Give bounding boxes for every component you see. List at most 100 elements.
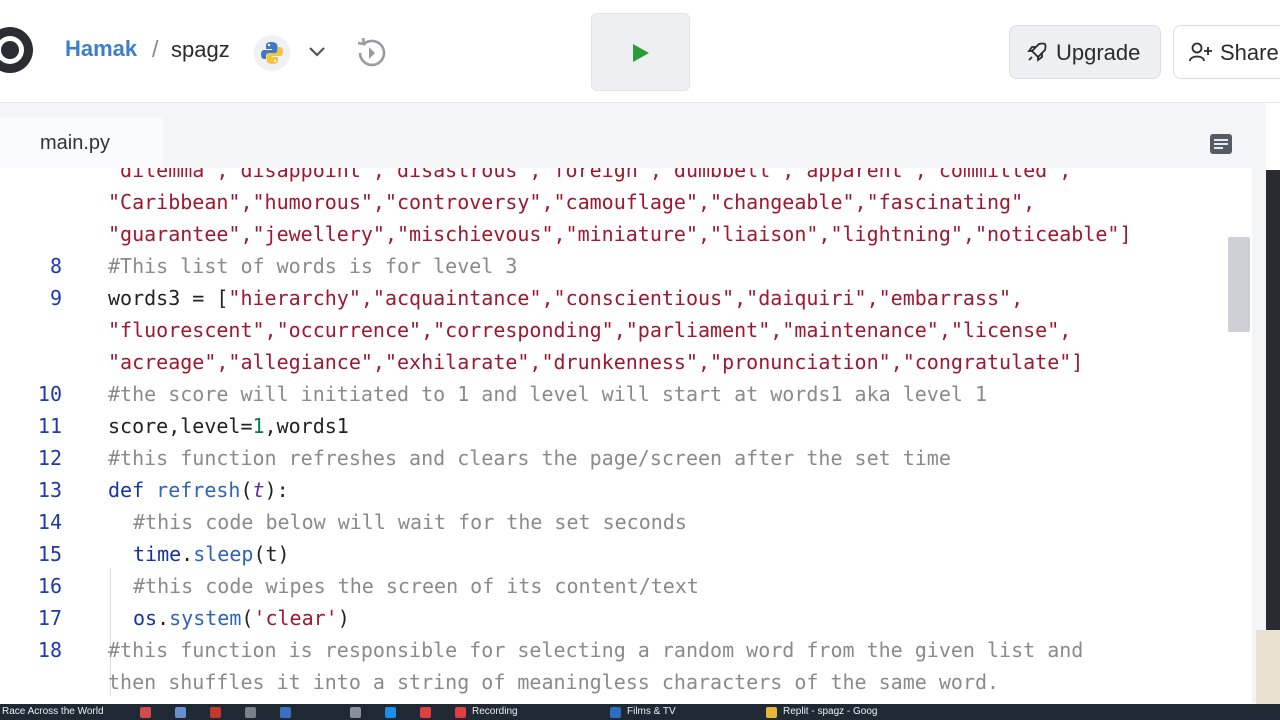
code-line[interactable]: "acreage","allegiance","exhilarate","dru… [0,346,1252,378]
code-token: time [133,542,182,566]
code-text: os.system('clear') [133,602,350,634]
code-text: #this function is responsible for select… [108,634,1083,666]
app-icon[interactable] [245,707,256,718]
code-text: "guarantee","jewellery","mischievous","m… [108,218,1132,250]
code-line[interactable]: "dilemma","disappoint","disastrous","for… [0,168,1252,186]
line-number: 8 [49,254,62,278]
app-icon[interactable] [280,707,291,718]
code-line[interactable]: then shuffles it into a string of meanin… [0,666,1252,698]
code-text: "Caribbean","humorous","controversy","ca… [108,186,1035,218]
line-number: 16 [37,574,62,598]
line-number: 17 [37,606,62,630]
code-token: words3 = [ [108,286,229,310]
code-token: ( [240,478,253,502]
taskbar-item[interactable]: Recording [472,706,518,717]
breadcrumb-user[interactable]: Hamak [65,36,137,62]
code-line[interactable]: "guarantee","jewellery","mischievous","m… [0,218,1252,250]
code-token: #the score will initiated to 1 and level… [108,382,987,406]
editor-scrollbar[interactable] [1228,237,1250,332]
tab-main-py[interactable]: main.py [0,118,163,173]
code-line[interactable]: 18 #this function is responsible for sele… [0,634,1252,666]
taskbar-item[interactable]: Replit - spagz - Goog [783,706,878,717]
app-icon[interactable] [210,707,221,718]
app-icon[interactable] [385,707,396,718]
code-line[interactable]: 10 #the score will initiated to 1 and lev… [0,378,1252,410]
code-text: #this function refreshes and clears the … [108,442,951,474]
line-number: 13 [37,478,62,502]
films-tv-icon[interactable] [610,707,621,718]
python-language-icon[interactable] [254,35,290,71]
code-text: #the score will initiated to 1 and level… [108,378,987,410]
code-token: #this function is responsible for select… [108,638,1084,662]
app-icon[interactable] [350,707,361,718]
taskbar-item[interactable]: Race Across the World [2,706,104,717]
header-bar: Hamak / spagz Upgrade Share [0,0,1280,103]
app-icon[interactable] [140,707,151,718]
code-token: 1 [252,414,265,438]
app-icon[interactable] [175,707,186,718]
chevron-down-icon[interactable] [306,40,328,66]
code-token: then shuffles it into a string of meanin… [108,670,1000,694]
run-button[interactable] [591,13,690,91]
code-token: "fluorescent","occurrence","correspondin… [108,318,1072,342]
play-icon [633,44,649,62]
code-text: "acreage","allegiance","exhilarate","dru… [108,346,1083,378]
code-token: "guarantee","jewellery","mischievous","m… [108,222,1132,246]
code-text: score,level=1,words1 [108,410,349,442]
code-line[interactable]: 9 words3 = ["hierarchy","acquaintance","c… [0,282,1252,314]
code-token: ( [241,606,254,630]
code-token: os [133,606,158,630]
code-token: ,words1 [264,414,349,438]
code-line[interactable]: 14 #this code below will wait for the set… [0,506,1252,538]
code-text: def refresh(t): [108,474,289,506]
chrome-icon[interactable] [766,707,777,718]
code-token: score,level= [108,414,253,438]
replit-logo-icon[interactable] [0,22,36,78]
line-number: 14 [37,510,62,534]
code-line[interactable]: 13 def refresh(t): [0,474,1252,506]
code-line[interactable]: 16 #this code wipes the screen of its con… [0,570,1252,602]
code-text: words3 = ["hierarchy","acquaintance","co… [108,282,1023,314]
code-line[interactable]: "Caribbean","humorous","controversy","ca… [0,186,1252,218]
tab-label: main.py [40,132,111,154]
code-line[interactable]: 8 #This list of words is for level 3 [0,250,1252,282]
code-token: ): [264,478,289,502]
code-line[interactable]: 17 os.system('clear') [0,602,1252,634]
code-text: #this code wipes the screen of its conte… [133,570,699,602]
upgrade-label: Upgrade [1056,40,1141,65]
code-token: t [252,478,265,502]
taskbar-item[interactable]: Films & TV [627,706,676,717]
code-token: #This list of words is for level 3 [108,254,518,278]
line-number: 15 [37,542,62,566]
code-token: "acreage","allegiance","exhilarate","dru… [108,350,1084,374]
code-token: def [108,478,157,502]
recording-icon[interactable] [455,707,466,718]
code-editor[interactable]: "dilemma","disappoint","disastrous","for… [0,168,1252,703]
line-number: 18 [37,638,62,662]
code-line[interactable]: "fluorescent","occurrence","correspondin… [0,314,1252,346]
code-line[interactable]: 12 #this function refreshes and clears th… [0,442,1252,474]
code-line[interactable]: 15 time.sleep(t) [0,538,1252,570]
line-number: 12 [37,446,62,470]
code-token: sleep [193,542,254,566]
history-icon[interactable] [352,34,390,76]
rocket-icon [1027,42,1047,62]
code-line[interactable]: 11 score,level=1,words1 [0,410,1252,442]
code-text: #this code below will wait for the set s… [133,506,687,538]
outline-icon[interactable] [1209,133,1233,159]
code-token: #this function refreshes and clears the … [108,446,951,470]
code-text: "fluorescent","occurrence","correspondin… [108,314,1071,346]
share-button[interactable]: Share [1173,25,1280,79]
upgrade-button[interactable]: Upgrade [1009,25,1161,79]
code-token: (t) [253,542,290,566]
breadcrumb-repl-name[interactable]: spagz [171,37,230,63]
code-token: #this code wipes the screen of its conte… [133,574,699,598]
os-taskbar: Race Across the World Recording Films & … [0,704,1280,720]
add-user-icon [1189,42,1212,62]
code-token: #this code below will wait for the set s… [133,510,687,534]
code-text: "dilemma","disappoint","disastrous","for… [108,168,1071,186]
app-icon[interactable] [420,707,431,718]
code-text: then shuffles it into a string of meanin… [108,666,999,698]
line-number: 11 [37,414,62,438]
side-panel-edge [1266,170,1280,705]
